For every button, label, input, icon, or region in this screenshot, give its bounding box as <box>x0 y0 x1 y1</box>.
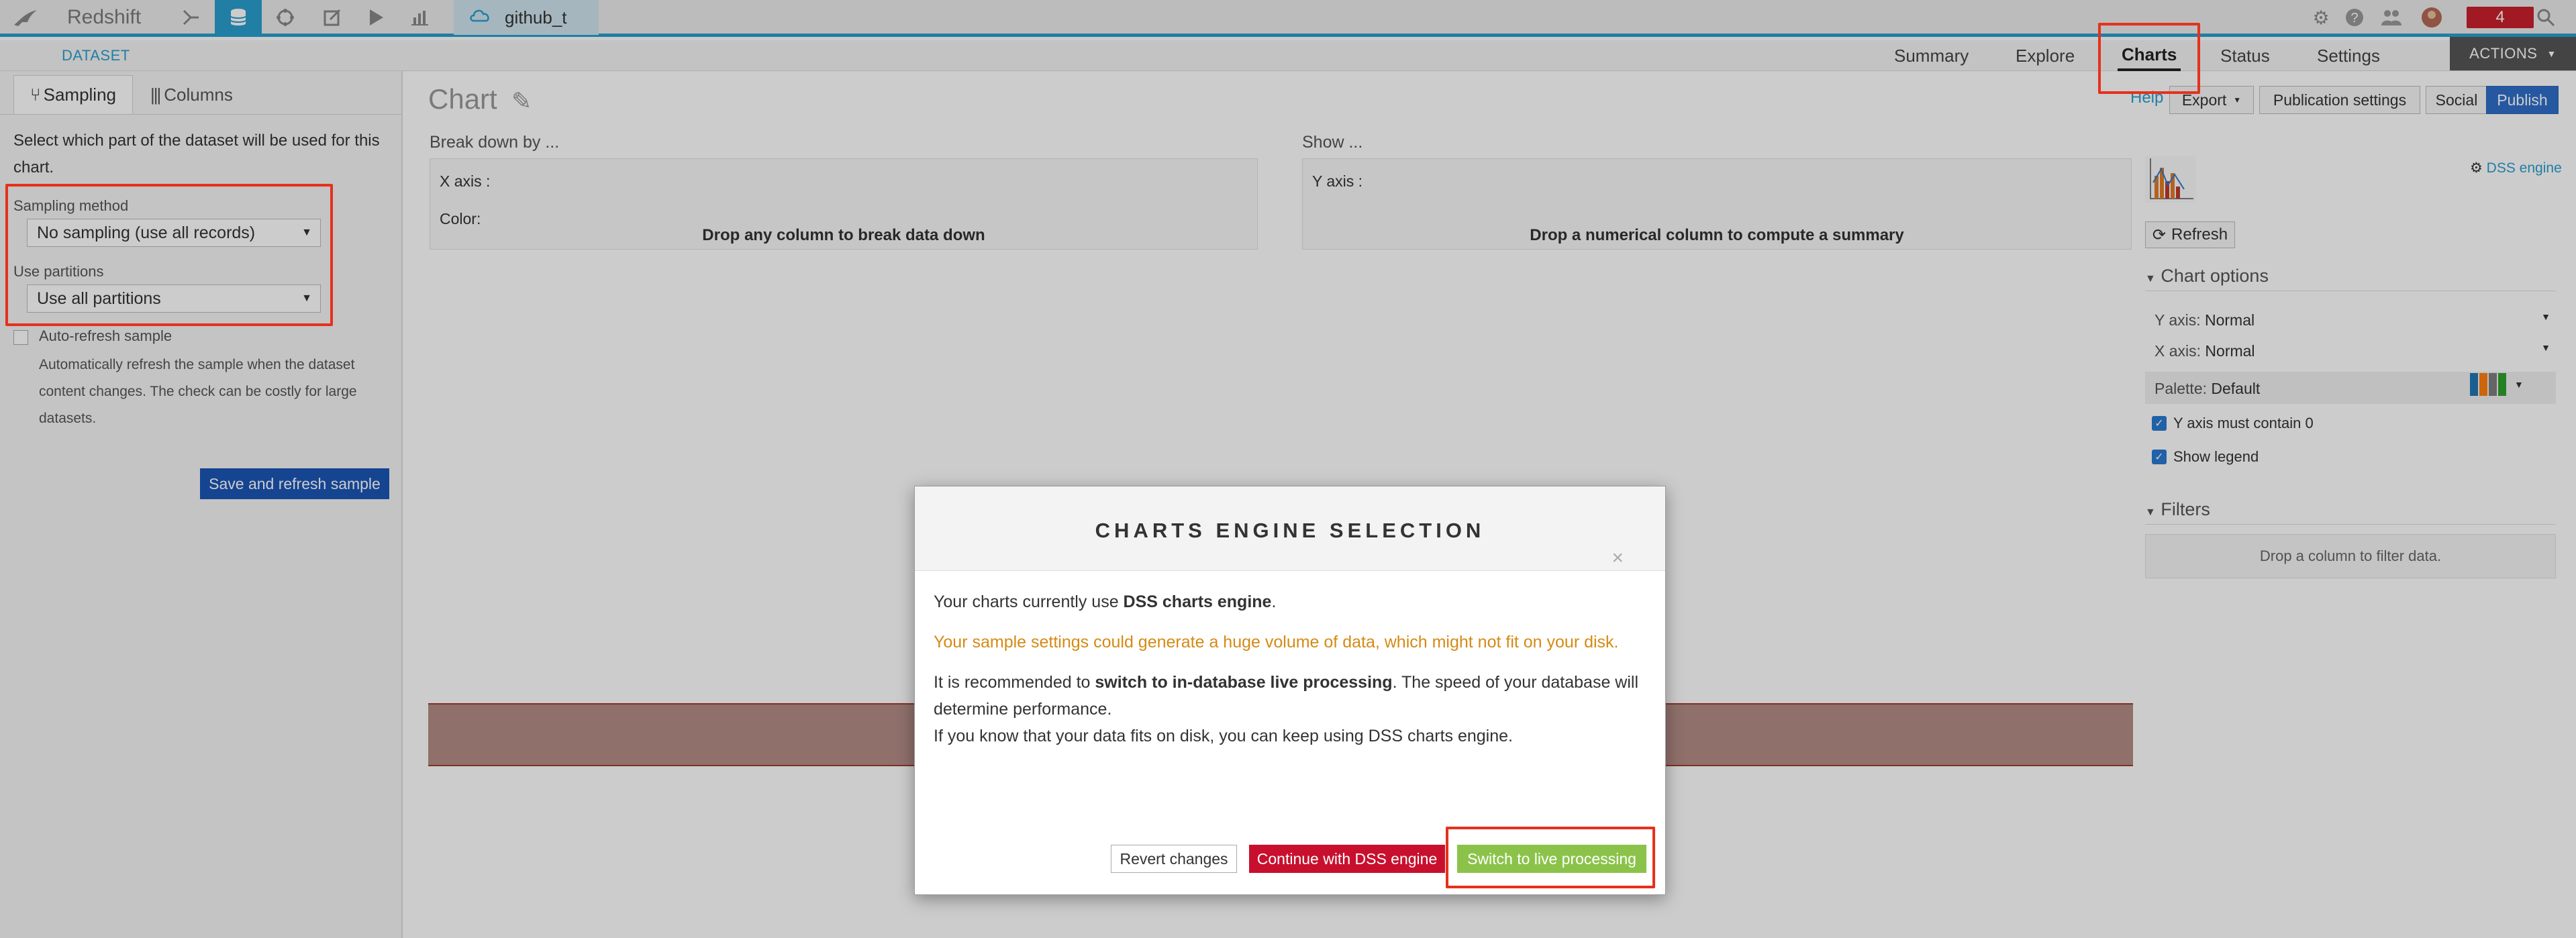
engine-status-suffix: . <box>1271 592 1277 611</box>
engine-status-text: Your charts currently use DSS charts eng… <box>934 588 1645 615</box>
charts-engine-modal: CHARTS ENGINE SELECTION × Your charts cu… <box>914 486 1666 895</box>
recommendation-bold: switch to in-database live processing <box>1095 673 1393 692</box>
switch-live-processing-button[interactable]: Switch to live processing <box>1457 845 1646 873</box>
revert-changes-button[interactable]: Revert changes <box>1111 845 1237 873</box>
modal-header: CHARTS ENGINE SELECTION × <box>915 486 1665 571</box>
engine-status-name: DSS charts engine <box>1123 592 1272 611</box>
continue-dss-engine-button[interactable]: Continue with DSS engine <box>1249 845 1445 873</box>
modal-title: CHARTS ENGINE SELECTION <box>1095 519 1485 542</box>
recommendation-text: It is recommended to switch to in-databa… <box>934 669 1645 723</box>
engine-status-prefix: Your charts currently use <box>934 592 1124 611</box>
close-icon[interactable]: × <box>1612 547 1624 570</box>
disk-warning-text: Your sample settings could generate a hu… <box>934 633 1619 652</box>
keep-engine-text: If you know that your data fits on disk,… <box>934 727 1513 745</box>
recommendation-prefix: It is recommended to <box>934 673 1095 692</box>
